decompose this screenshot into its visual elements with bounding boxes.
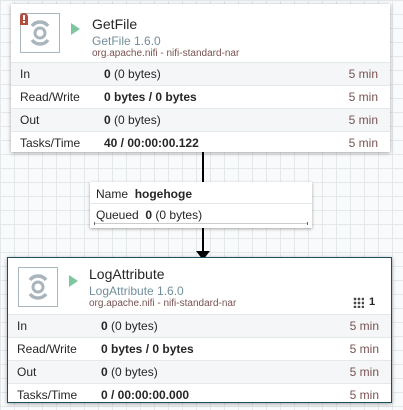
stat-label: Out [17, 365, 37, 379]
stat-value: 0 bytes / 0 bytes [104, 90, 197, 104]
processor-bundle: org.apache.nifi - nifi-standard-nar [89, 298, 237, 309]
queued-detail: (0 bytes) [155, 208, 203, 222]
stat-time: 5 min [349, 365, 379, 379]
stat-value: 0 / 00:00:00.000 [101, 388, 190, 402]
stat-time: 5 min [348, 136, 378, 150]
task-count: 1 [369, 296, 376, 308]
processor-type: GetFile 1.6.0 [92, 34, 161, 48]
stat-label: In [17, 319, 28, 333]
stat-label: Tasks/Time [17, 388, 78, 402]
stat-time: 5 min [349, 319, 379, 333]
connection-name: hogehoge [134, 187, 193, 201]
stat-row-out: Out 0 (0 bytes) 5 min [11, 108, 390, 131]
stat-time: 5 min [348, 90, 378, 104]
stat-row-out: Out 0 (0 bytes) 5 min [8, 360, 391, 383]
stat-value: 40 / 00:00:00.122 [104, 136, 199, 150]
stat-value: 0 bytes / 0 bytes [101, 342, 194, 356]
processor-stats: In 0 (0 bytes) 5 min Read/Write 0 bytes … [11, 62, 390, 154]
stat-value: 0 [104, 113, 111, 127]
play-icon [71, 23, 80, 35]
stat-detail: (0 bytes) [114, 113, 161, 127]
processor-getfile[interactable]: GetFile GetFile 1.6.0 org.apache.nifi - … [11, 4, 390, 152]
queued-label: Queued [96, 208, 139, 222]
stat-time: 5 min [348, 67, 378, 81]
stat-label: Read/Write [20, 90, 80, 104]
divider [90, 203, 312, 204]
stat-row-in: In 0 (0 bytes) 5 min [11, 62, 390, 85]
stat-row-readwrite: Read/Write 0 bytes / 0 bytes 5 min [8, 337, 391, 360]
stat-row-tasks: Tasks/Time 40 / 00:00:00.122 5 min [11, 131, 390, 154]
connection-name-label: Name [96, 187, 129, 201]
stat-value: 0 [101, 365, 108, 379]
stat-row-readwrite: Read/Write 0 bytes / 0 bytes 5 min [11, 85, 390, 108]
processor-stats: In 0 (0 bytes) 5 min Read/Write 0 bytes … [8, 314, 391, 406]
connection-label[interactable]: Name hogehoge Queued 0 (0 bytes) [90, 182, 312, 228]
stat-time: 5 min [349, 388, 379, 402]
cluster-icon [353, 297, 364, 308]
stat-value: 0 [104, 67, 111, 81]
processor-icon [18, 267, 58, 307]
stat-value: 0 [101, 319, 108, 333]
processor-name: GetFile [92, 16, 138, 32]
processor-bundle: org.apache.nifi - nifi-standard-nar [92, 48, 240, 59]
stat-detail: (0 bytes) [111, 319, 158, 333]
stat-label: In [20, 67, 31, 81]
stat-label: Tasks/Time [20, 136, 81, 150]
stat-time: 5 min [349, 342, 379, 356]
processor-type: LogAttribute 1.6.0 [89, 284, 184, 298]
processor-name: LogAttribute [89, 266, 165, 282]
queue-progress-bar [94, 222, 308, 225]
stat-row-in: In 0 (0 bytes) 5 min [8, 314, 391, 337]
processor-logattribute[interactable]: LogAttribute LogAttribute 1.6.0 org.apac… [7, 257, 392, 403]
stat-detail: (0 bytes) [114, 67, 161, 81]
queued-value: 0 [145, 208, 153, 222]
stat-detail: (0 bytes) [111, 365, 158, 379]
play-icon [69, 275, 78, 287]
stat-label: Read/Write [17, 342, 77, 356]
stat-label: Out [20, 113, 40, 127]
stat-time: 5 min [348, 113, 378, 127]
stat-row-tasks: Tasks/Time 0 / 00:00:00.000 5 min [8, 383, 391, 406]
warning-icon[interactable] [20, 13, 28, 25]
